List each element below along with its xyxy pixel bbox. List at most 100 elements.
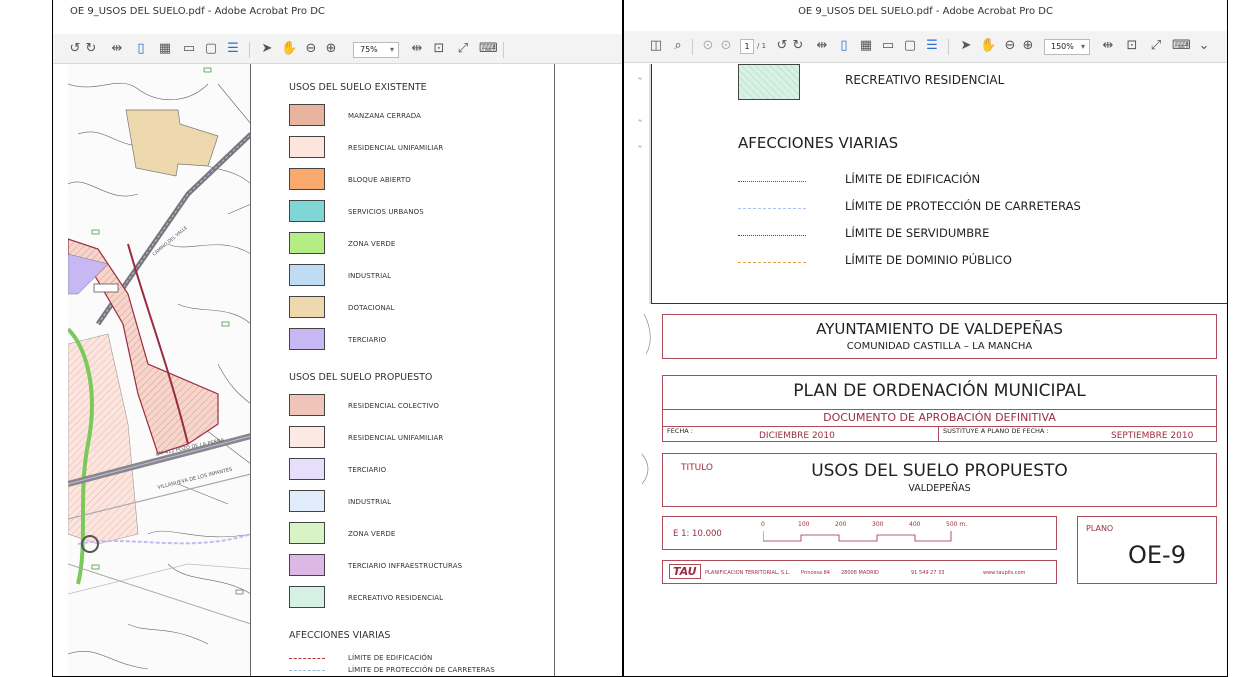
zoom-select[interactable]: 150%: [1044, 39, 1090, 55]
fit-visible-icon[interactable]: ⊡: [1124, 38, 1140, 54]
affection-label: LÍMITE DE PROTECCIÓN DE CARRETERAS: [845, 199, 1081, 213]
plan-title: PLAN DE ORDENACIÓN MUNICIPAL: [793, 381, 1086, 401]
rotate-cw-icon[interactable]: ↻: [83, 41, 99, 57]
full-screen-icon[interactable]: ⤢: [455, 41, 471, 57]
sustituye-value: SEPTIEMBRE 2010: [1111, 431, 1194, 441]
legend-existing-swatch: [289, 200, 325, 222]
swatch-recreativo-residencial: [738, 64, 800, 100]
plano-box: PLANO OE-9: [1077, 516, 1217, 584]
presentation-icon[interactable]: ▢: [203, 41, 219, 57]
legend-proposed-swatch: [289, 522, 325, 544]
fit-page-icon[interactable]: ⇹: [1100, 38, 1116, 54]
two-page-icon[interactable]: ▭: [181, 41, 197, 57]
select-arrow-icon[interactable]: ➤: [259, 41, 275, 57]
legend-proposed-label: RESIDENCIAL UNIFAMILIAR: [348, 434, 444, 442]
tau-logo: TAU: [669, 564, 701, 579]
scale-tick-label: 100: [798, 521, 810, 528]
footer-phone: 91 549 27 33: [911, 570, 945, 576]
legend-existing-label: ZONA VERDE: [348, 240, 396, 248]
legend-existing-swatch: [289, 264, 325, 286]
svg-text:≈: ≈: [638, 144, 642, 150]
keyboard-icon[interactable]: ⌨: [1172, 38, 1191, 54]
legend-proposed-swatch: [289, 426, 325, 448]
pdf-page[interactable]: ≈ ≈ ≈ RECREATIVO RESIDENCIAL AFECCIONES …: [636, 64, 1227, 676]
hand-tool-icon[interactable]: ✋: [281, 41, 297, 57]
scale-tick-label: 500 m.: [946, 521, 968, 528]
full-screen-icon[interactable]: ⤢: [1148, 38, 1164, 54]
legend-existing-swatch: [289, 232, 325, 254]
keyboard-icon[interactable]: ⌨: [479, 41, 498, 57]
scrolling-icon[interactable]: ☰: [924, 38, 940, 54]
affection-line: [738, 235, 806, 236]
fecha-value: DICIEMBRE 2010: [759, 431, 835, 441]
next-page-icon[interactable]: ⊙: [718, 38, 734, 54]
search-icon[interactable]: ⌕: [670, 38, 686, 54]
legend-proposed-label: TERCIARIO INFRAESTRUCTURAS: [348, 562, 463, 570]
two-page-scroll-icon[interactable]: ▦: [858, 38, 874, 54]
left-acrobat-window: OE 9_USOS DEL SUELO.pdf - Adobe Acrobat …: [52, 0, 623, 677]
zoom-select[interactable]: 75%: [353, 42, 399, 58]
footer-company: PLANIFICACION TERRITORIAL, S.L.: [705, 570, 791, 576]
zoom-out-icon[interactable]: ⊖: [303, 41, 319, 57]
legend-affection-line: [289, 670, 325, 671]
legend-proposed-swatch: [289, 394, 325, 416]
fit-width-icon[interactable]: ⇹: [109, 41, 125, 57]
zoom-out-icon[interactable]: ⊖: [1002, 38, 1018, 54]
two-page-icon[interactable]: ▭: [880, 38, 896, 54]
window-title: OE 9_USOS DEL SUELO.pdf - Adobe Acrobat …: [624, 0, 1227, 22]
legend-existing-label: DOTACIONAL: [348, 304, 395, 312]
toolbar: ↺ ↻ ⇹ ▯ ▦ ▭ ▢ ☰ ➤ ✋ ⊖ ⊕ 75% ⇹ ⊡ ⤢ ⌨: [53, 34, 622, 64]
plan-box: PLAN DE ORDENACIÓN MUNICIPAL DOCUMENTO D…: [662, 375, 1217, 442]
scale-tick-label: 0: [761, 521, 765, 528]
zoom-in-icon[interactable]: ⊕: [1020, 38, 1036, 54]
titulo-subtitle: VALDEPEÑAS: [908, 483, 971, 494]
window-title: OE 9_USOS DEL SUELO.pdf - Adobe Acrobat …: [53, 0, 622, 22]
single-page-icon[interactable]: ▯: [836, 38, 852, 54]
footer-address: Princesa 84: [801, 570, 830, 576]
legend-proposed-swatch: [289, 458, 325, 480]
fit-width-icon[interactable]: ⇹: [814, 38, 830, 54]
legend-proposed-label: RECREATIVO RESIDENCIAL: [348, 594, 444, 602]
ayuntamiento-box: AYUNTAMIENTO DE VALDEPEÑAS COMUNIDAD CAS…: [662, 314, 1217, 359]
legend-existing-label: BLOQUE ABIERTO: [348, 176, 411, 184]
sustituye-label: SUSTITUYE A PLANO DE FECHA :: [943, 427, 1049, 435]
document-title: DOCUMENTO DE APROBACIÓN DEFINITIVA: [823, 411, 1056, 424]
legend-affection-label: LÍMITE DE EDIFICACIÓN: [348, 654, 433, 662]
legend-box: RECREATIVO RESIDENCIAL AFECCIONES VIARIA…: [651, 64, 1227, 304]
scrolling-icon[interactable]: ☰: [225, 41, 241, 57]
legend-heading-affections: AFECCIONES VIARIAS: [289, 630, 391, 641]
legend-affection-line: [289, 658, 325, 659]
two-page-scroll-icon[interactable]: ▦: [157, 41, 173, 57]
legend-proposed-label: INDUSTRIAL: [348, 498, 392, 506]
toolbar: ◫ ⌕ ⊙ ⊙ 1 / 1 ↺ ↻ ⇹ ▯ ▦ ▭ ▢ ☰ ➤ ✋ ⊖ ⊕ 15…: [624, 31, 1227, 63]
svg-text:≈: ≈: [638, 76, 642, 82]
rotate-ccw-icon[interactable]: ↺: [774, 38, 790, 54]
legend-existing-label: SERVICIOS URBANOS: [348, 208, 424, 216]
legend-existing-swatch: [289, 168, 325, 190]
scale-box: E 1: 10.000 0 100 200 300 400 500 m.: [662, 516, 1057, 550]
fit-page-icon[interactable]: ⇹: [409, 41, 425, 57]
hand-tool-icon[interactable]: ✋: [980, 38, 996, 54]
rotate-ccw-icon[interactable]: ↺: [67, 41, 83, 57]
single-page-icon[interactable]: ▯: [133, 41, 149, 57]
footer-web[interactable]: www.tauplis.com: [983, 570, 1025, 576]
scale-tick-label: 400: [909, 521, 921, 528]
page-number-input[interactable]: 1: [740, 39, 754, 54]
plano-label: PLANO: [1086, 524, 1114, 533]
zoom-in-icon[interactable]: ⊕: [323, 41, 339, 57]
fit-visible-icon[interactable]: ⊡: [431, 41, 447, 57]
map-view[interactable]: CM-412 POZO DE LA PERNA VILLANUEVA DE LO…: [68, 64, 251, 677]
more-icon[interactable]: ⌄: [1196, 38, 1212, 54]
svg-text:≈: ≈: [638, 118, 642, 124]
legend-proposed-label: RESIDENCIAL COLECTIVO: [348, 402, 439, 410]
footer-city: 28008 MADRID: [841, 570, 879, 576]
legend-proposed-swatch: [289, 586, 325, 608]
prev-page-icon[interactable]: ⊙: [700, 38, 716, 54]
select-arrow-icon[interactable]: ➤: [958, 38, 974, 54]
legend-existing-swatch: [289, 328, 325, 350]
legend-proposed-label: TERCIARIO: [348, 466, 387, 474]
presentation-icon[interactable]: ▢: [902, 38, 918, 54]
camera-icon[interactable]: ◫: [648, 38, 664, 54]
rotate-cw-icon[interactable]: ↻: [790, 38, 806, 54]
legend-proposed-label: ZONA VERDE: [348, 530, 396, 538]
